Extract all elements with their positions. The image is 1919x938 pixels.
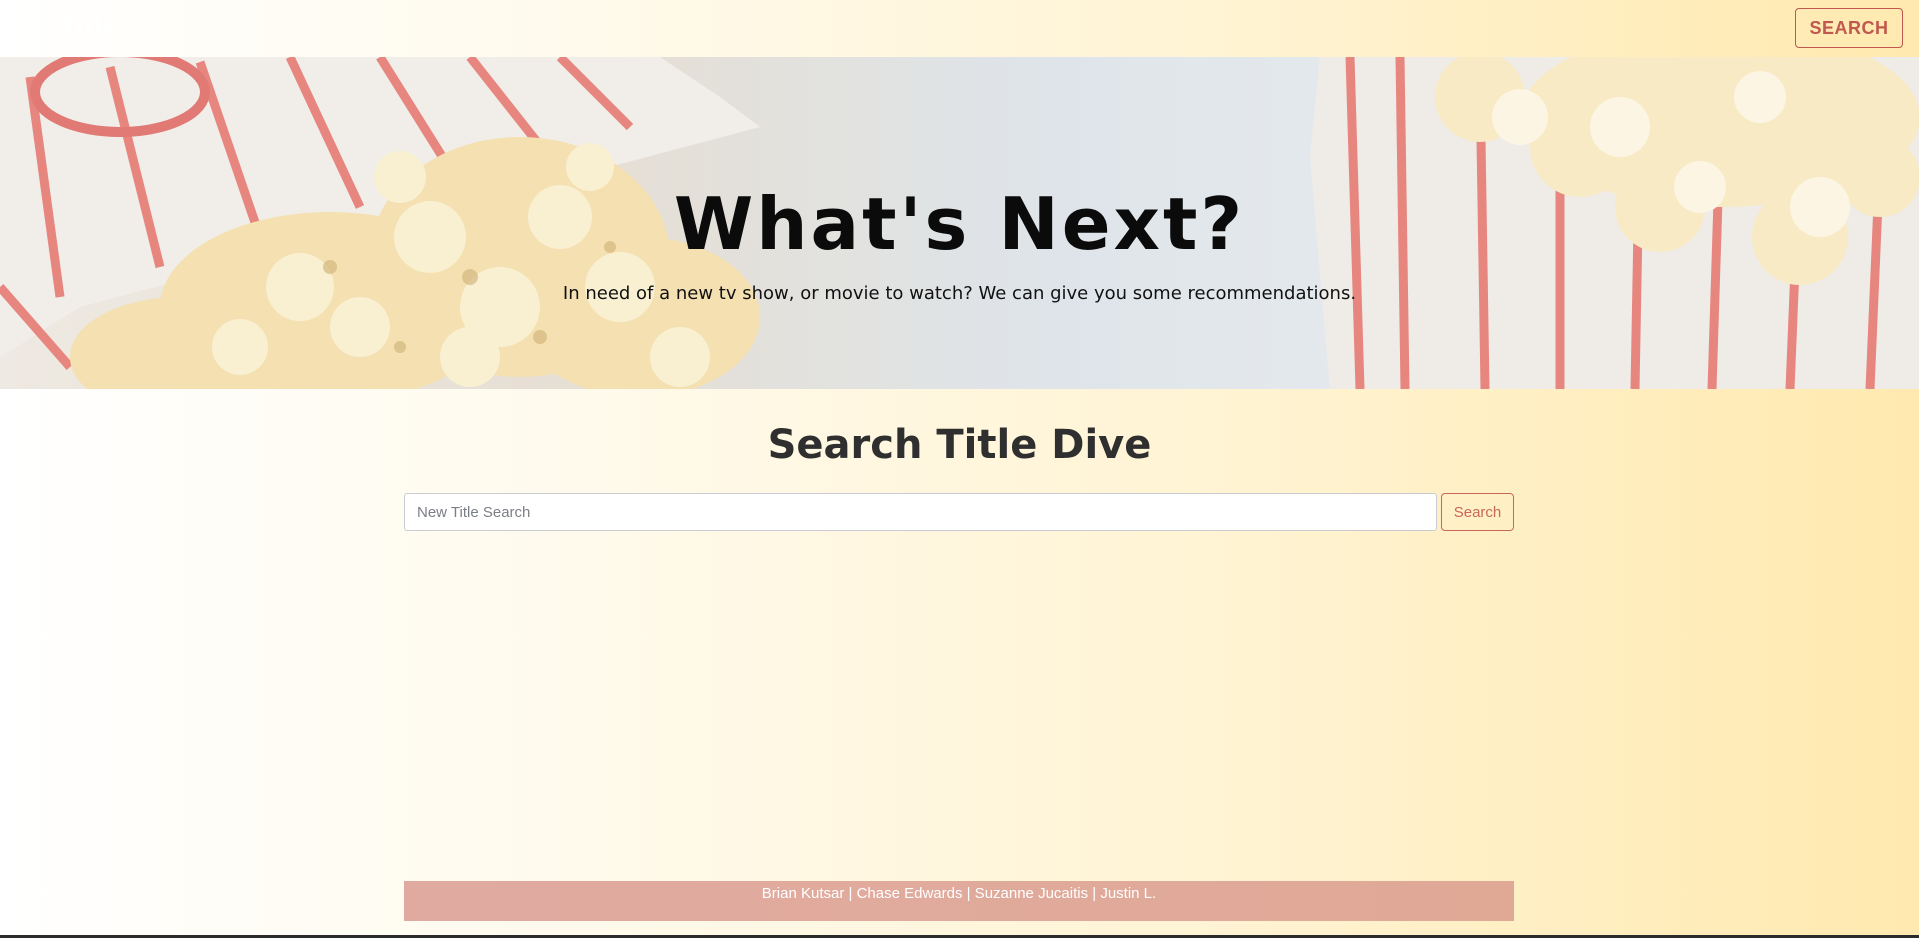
hero-banner: What's Next? In need of a new tv show, o… (0, 57, 1919, 389)
search-heading: Search Title Dive (767, 422, 1152, 468)
nav-search-button[interactable]: SEARCH (1795, 8, 1903, 48)
hero-subtitle: In need of a new tv show, or movie to wa… (562, 283, 1357, 304)
footer-credits: Brian Kutsar | Chase Edwards | Suzanne J… (761, 885, 1157, 902)
title-search-input[interactable] (404, 493, 1437, 531)
search-button[interactable]: Search (1441, 493, 1514, 531)
brand-logo[interactable]: Title (60, 12, 118, 43)
hero-title: What's Next? (673, 182, 1246, 266)
navbar: Title SEARCH (0, 0, 1919, 57)
footer: Brian Kutsar | Chase Edwards | Suzanne J… (404, 881, 1514, 921)
